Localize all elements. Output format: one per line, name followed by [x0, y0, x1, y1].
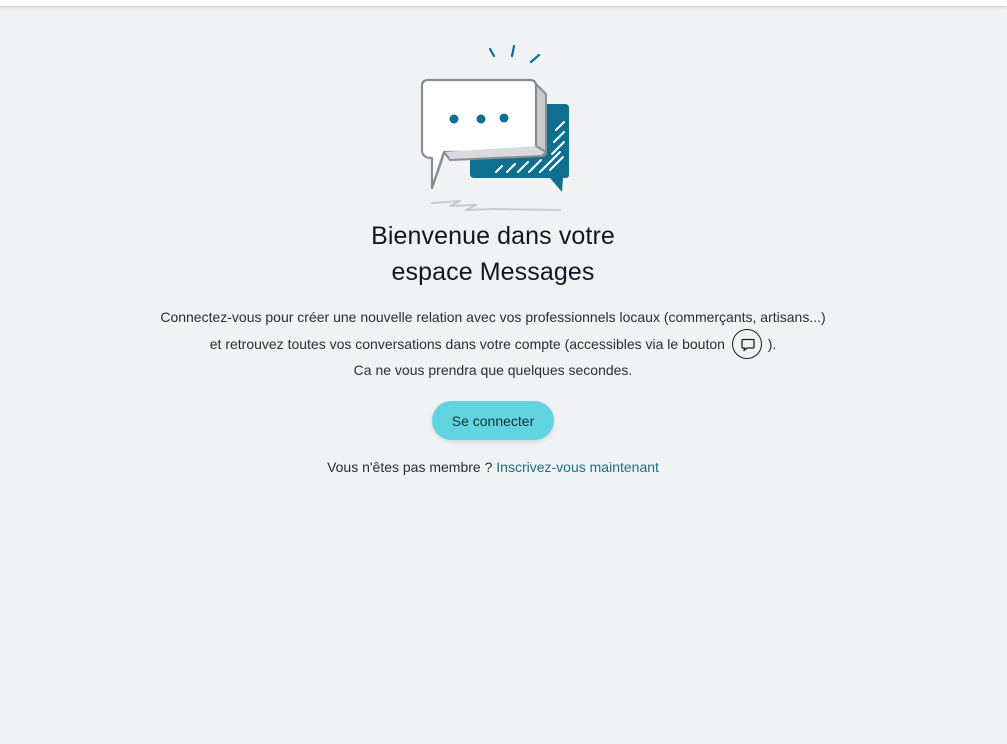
- signup-prompt-text: Vous n'êtes pas membre ?: [327, 459, 493, 475]
- signup-prompt: Vous n'êtes pas membre ? Inscrivez-vous …: [0, 457, 986, 477]
- signup-link[interactable]: Inscrivez-vous maintenant: [496, 459, 659, 475]
- description-line-2: et retrouvez toutes vos conversations da…: [0, 329, 986, 360]
- description-line-1: Connectez-vous pour créer une nouvelle r…: [160, 309, 826, 325]
- page-title-line-2: espace Messages: [391, 258, 595, 286]
- messages-welcome-panel: Bienvenue dans votre espace Messages Con…: [0, 0, 1007, 744]
- message-icon-glyph: [741, 339, 755, 352]
- description-line-2-text: et retrouvez toutes vos conversations da…: [209, 336, 725, 352]
- chat-bubbles-icon: [420, 44, 569, 211]
- message-icon: [731, 329, 762, 360]
- page-title-line-1: Bienvenue dans votre: [371, 222, 615, 250]
- page-title: Bienvenue dans votre espace Messages: [0, 218, 986, 290]
- description: Connectez-vous pour créer une nouvelle r…: [0, 305, 986, 383]
- description-line-2-end: ).: [767, 336, 777, 352]
- connect-button[interactable]: Se connecter: [432, 401, 554, 440]
- description-line-3: Ca ne vous prendra que quelques secondes…: [353, 362, 633, 378]
